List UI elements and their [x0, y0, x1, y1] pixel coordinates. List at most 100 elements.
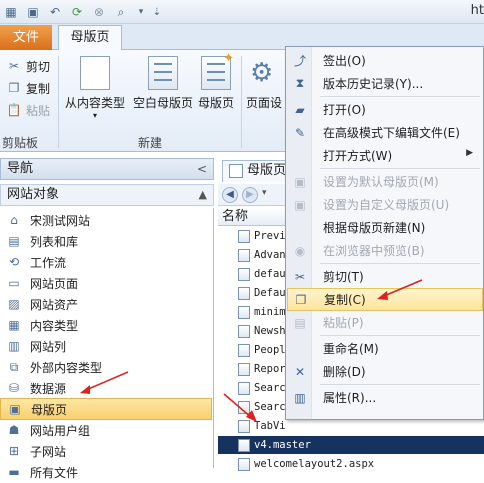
edit-advanced-icon: ✎ [294, 125, 306, 140]
chevron-up-icon: ▲ [198, 188, 207, 201]
cut-button[interactable]: ✂ 剪切 [6, 56, 50, 76]
collapse-icon[interactable]: < [197, 159, 207, 179]
customize-icon[interactable]: ⇣ [148, 3, 166, 21]
context-menu-item[interactable]: ❐ 复制(C) [287, 288, 483, 311]
context-menu-item[interactable]: ✂ 剪切(T) [287, 265, 483, 288]
folder-icon: ▬ [8, 465, 20, 479]
tab-master-page[interactable]: 母版页 [58, 25, 122, 51]
document-icon [80, 56, 110, 90]
nav-section-header[interactable]: 网站对象 ▲ [0, 184, 214, 206]
context-menu-item[interactable]: ✕ 删除(D) [287, 360, 483, 383]
master-page-icon [229, 164, 243, 178]
nav-item[interactable]: ⊞ 子网站 [0, 440, 212, 462]
context-menu-item[interactable]: ▣ 设置为默认母版页(M) [287, 170, 483, 193]
new-master-icon [201, 51, 234, 90]
context-menu-label: 复制(C) [324, 293, 366, 307]
menu-separator [320, 384, 480, 385]
context-menu-item[interactable]: 打开方式(W) ▶ [287, 144, 483, 167]
forward-icon[interactable]: ▶ [242, 187, 258, 203]
history-icon: ⧗ [295, 76, 305, 90]
context-menu-item[interactable]: ▥ 属性(R)... [287, 386, 483, 409]
nav-item[interactable]: ▥ 网站列 [0, 335, 212, 357]
from-content-type-button[interactable]: 从内容类型 ▾ [64, 56, 126, 134]
file-name: welcomelayout2.aspx [254, 458, 375, 470]
copy-icon: ❐ [8, 81, 20, 95]
save-icon[interactable]: ▣ [24, 3, 42, 21]
context-menu-item[interactable]: ▤ 粘贴(P) [287, 311, 483, 334]
context-menu-item[interactable]: ◉ 在浏览器中预览(B) [287, 239, 483, 262]
blank-master-button[interactable]: 空白母版页 [130, 56, 196, 134]
master-page-label: 母版页 [197, 96, 234, 110]
column-name-label: 名称 [222, 209, 249, 224]
page-layout-button[interactable]: ⚙ 页面设 [246, 56, 286, 134]
file-name: Newsh [254, 325, 286, 337]
file-name: v4.master [254, 439, 311, 451]
menu-separator [320, 168, 480, 169]
undo-icon[interactable]: ↶ [46, 3, 64, 21]
custom-master-icon: ▣ [294, 197, 306, 212]
back-icon[interactable]: ◀ [222, 187, 238, 203]
app-icon[interactable]: ▦ [2, 3, 20, 21]
cut-icon: ✂ [294, 269, 306, 284]
delete-icon: ✕ [294, 364, 306, 379]
file-icon [238, 286, 250, 300]
nav-item[interactable]: ⟲ 工作流 [0, 251, 212, 273]
context-menu-item[interactable]: ▰ 打开(O) [287, 98, 483, 121]
context-menu-label: 粘贴(P) [323, 316, 364, 330]
refresh-icon[interactable]: ⟳ [68, 3, 86, 21]
nav-item[interactable]: ▦ 内容类型 [0, 314, 212, 336]
master-layout-icon [148, 56, 178, 90]
menu-separator [320, 335, 480, 336]
nav-item-label: 数据源 [30, 381, 67, 396]
nav-item[interactable]: ▣ 母版页 [0, 398, 212, 420]
nav-item-label: 内容类型 [30, 318, 79, 333]
context-menu-label: 删除(D) [323, 365, 366, 379]
stop-icon[interactable]: ⊗ [90, 3, 108, 21]
preview-icon[interactable]: ⌕ [112, 3, 130, 21]
nav-item[interactable]: ⧉ 外部内容类型 [0, 356, 212, 378]
file-row[interactable]: welcomelayout2.aspx [218, 455, 484, 473]
context-menu-item[interactable]: ✎ 在高级模式下编辑文件(E) [287, 121, 483, 144]
asset-icon: ▨ [8, 297, 20, 311]
nav-item-label: 所有文件 [30, 465, 79, 480]
workflow-icon: ⟲ [8, 255, 20, 269]
context-menu-item[interactable]: 重命名(M) [287, 337, 483, 360]
context-menu-item[interactable]: ▣ 设置为自定义母版页(U) [287, 193, 483, 216]
file-icon [238, 362, 250, 376]
tab-file[interactable]: 文件 [0, 25, 52, 50]
copy-icon: ❐ [295, 292, 307, 307]
context-menu-label: 版本历史记录(Y)... [323, 77, 424, 91]
group-separator [241, 56, 242, 148]
master-page-button[interactable]: 母版页 [196, 51, 236, 134]
nav-title: 导航 [7, 161, 34, 176]
database-icon: ⛁ [8, 381, 20, 395]
paste-button[interactable]: 📋 粘贴 [6, 100, 51, 120]
nav-item[interactable]: ⌂ 宋测试网站 [0, 209, 212, 231]
context-menu-label: 重命名(M) [323, 342, 379, 356]
file-icon [238, 229, 250, 243]
chevron-down-icon[interactable]: ▾ [262, 188, 267, 198]
nav-item[interactable]: ⛁ 数据源 [0, 377, 212, 399]
context-menu-item[interactable]: ⤴ 签出(O) [287, 49, 483, 72]
nav-item[interactable]: ▨ 网站资产 [0, 293, 212, 315]
nav-item[interactable]: ▤ 列表和库 [0, 230, 212, 252]
nav-item-label: 网站用户组 [30, 423, 91, 438]
document-tab[interactable]: 母版页 [222, 160, 292, 182]
context-menu-item[interactable]: ⧗ 版本历史记录(Y)... [287, 72, 483, 95]
file-row[interactable]: v4.master [218, 436, 484, 454]
nav-item[interactable]: ▭ 网站页面 [0, 272, 212, 294]
nav-item[interactable]: ▬ 所有文件 [0, 461, 212, 483]
context-menu-item[interactable]: 根据母版页新建(N) [287, 216, 483, 239]
menu-icon-slot [287, 216, 313, 239]
properties-icon: ▥ [294, 390, 306, 405]
window-title: ht [470, 3, 484, 18]
nav-section-title: 网站对象 [7, 187, 60, 202]
paste-icon: ▤ [294, 315, 306, 330]
nav-item[interactable]: ☗ 网站用户组 [0, 419, 212, 441]
chevron-down-icon: ▾ [92, 111, 97, 120]
file-name: Defau [254, 287, 286, 299]
file-name: minim [254, 306, 286, 318]
copy-button[interactable]: ❐ 复制 [6, 78, 50, 98]
nav-item-label: 宋测试网站 [30, 213, 91, 228]
nav-item-label: 列表和库 [30, 234, 79, 249]
